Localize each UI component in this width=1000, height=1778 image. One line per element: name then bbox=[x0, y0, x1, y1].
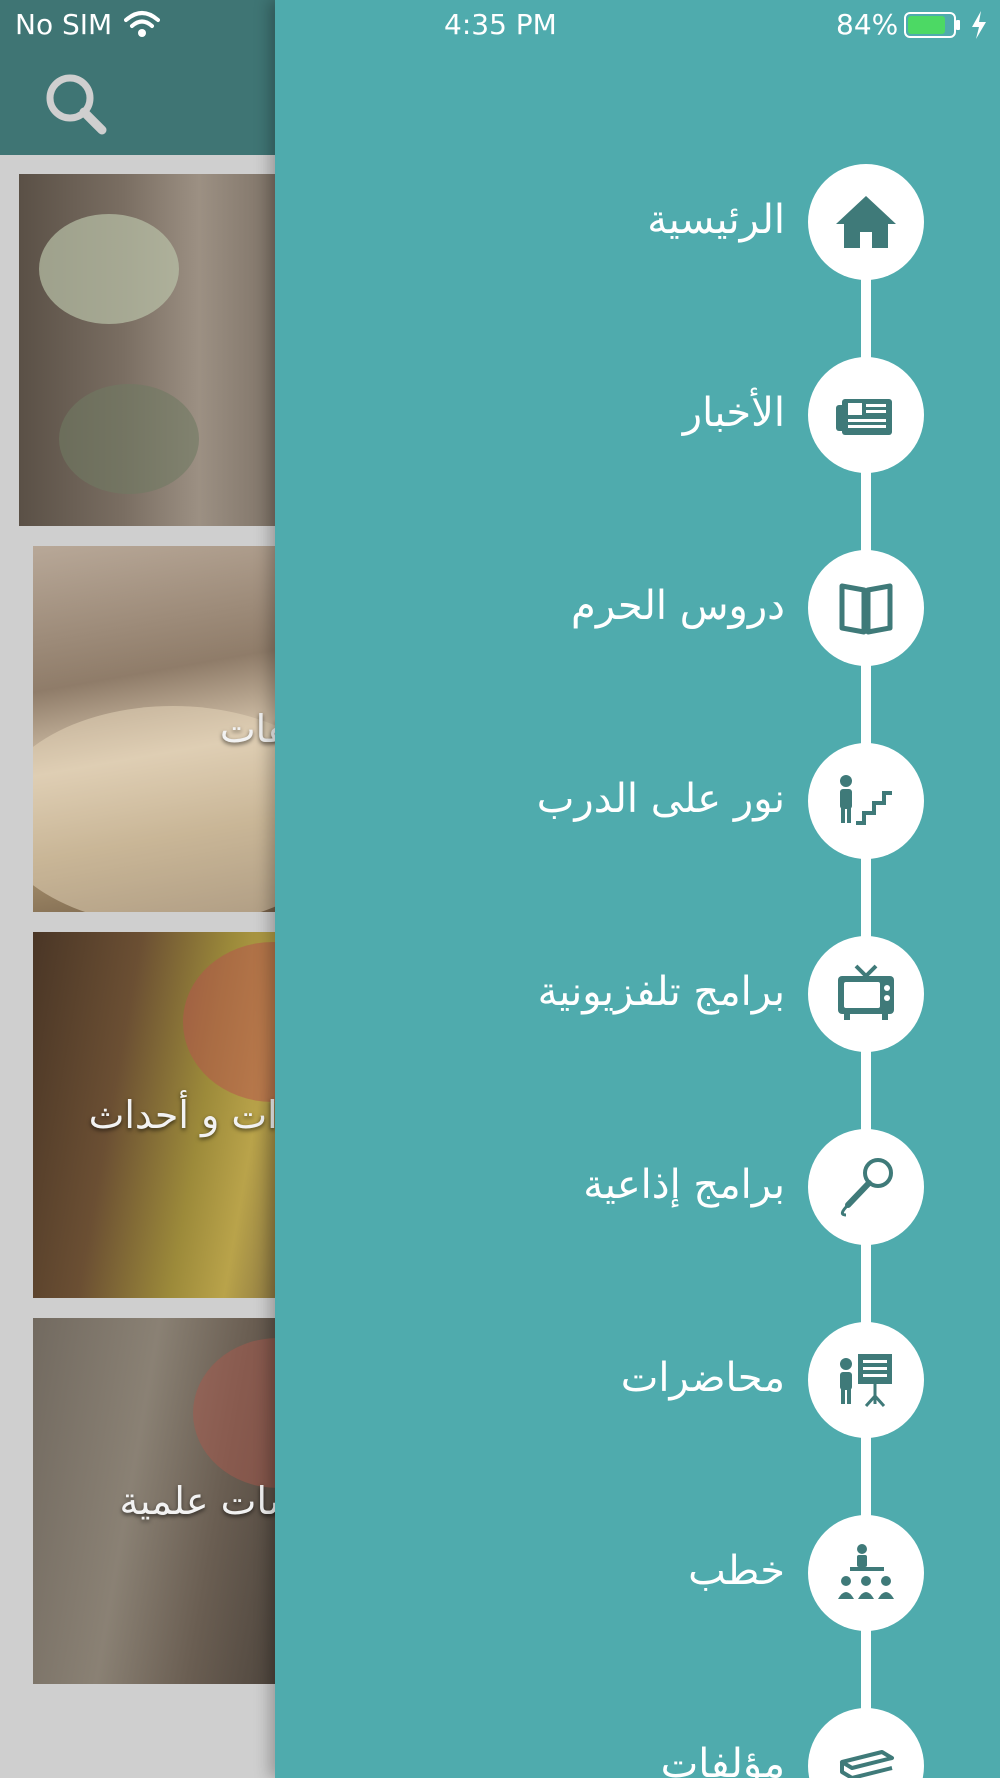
microphone-icon bbox=[840, 1158, 893, 1217]
menu-icon-circle bbox=[808, 550, 924, 666]
menu-icon-circle bbox=[808, 1515, 924, 1631]
menu-item-tv-programs[interactable]: برامج تلفزيونية bbox=[275, 936, 1000, 1052]
featured-card[interactable] bbox=[19, 174, 319, 526]
newspaper-icon bbox=[836, 399, 892, 435]
menu-icon-circle bbox=[808, 936, 924, 1052]
search-icon[interactable] bbox=[40, 68, 112, 140]
menu-label: محاضرات bbox=[620, 1355, 785, 1401]
menu-item-noor-ala-aldarb[interactable]: نور على الدرب bbox=[275, 743, 1000, 859]
menu-icon-circle bbox=[808, 164, 924, 280]
charging-bolt-icon bbox=[972, 11, 986, 39]
carrier-label: No SIM bbox=[15, 8, 113, 41]
menu-item-news[interactable]: الأخبار bbox=[275, 357, 1000, 473]
menu-label: الأخبار bbox=[682, 390, 785, 436]
menu-icon-circle bbox=[808, 1708, 924, 1778]
clock: 4:35 PM bbox=[444, 8, 557, 41]
menu-label: خطب bbox=[688, 1548, 785, 1594]
menu-item-writings[interactable]: مؤلفات bbox=[275, 1708, 1000, 1778]
menu-label: الرئيسية bbox=[647, 197, 785, 243]
presenter-icon bbox=[840, 1354, 892, 1408]
speaker-audience-icon bbox=[838, 1544, 894, 1599]
menu-icon-circle bbox=[808, 1129, 924, 1245]
stairs-person-icon bbox=[840, 775, 892, 825]
menu-icon-circle bbox=[808, 743, 924, 859]
menu-icon-circle bbox=[808, 1322, 924, 1438]
status-bar: No SIM 4:35 PM 84% bbox=[0, 0, 1000, 50]
books-icon bbox=[840, 1750, 894, 1778]
menu-label: برامج إذاعية bbox=[583, 1162, 785, 1208]
battery-icon bbox=[904, 12, 960, 38]
menu-item-radio-programs[interactable]: برامج إذاعية bbox=[275, 1129, 1000, 1245]
book-icon bbox=[839, 583, 893, 635]
menu-item-sermons[interactable]: خطب bbox=[275, 1515, 1000, 1631]
tv-icon bbox=[838, 964, 894, 1020]
wifi-icon bbox=[124, 11, 160, 37]
menu-item-lectures[interactable]: محاضرات bbox=[275, 1322, 1000, 1438]
battery-percent: 84% bbox=[836, 8, 899, 41]
menu-icon-circle bbox=[808, 357, 924, 473]
menu-label: مؤلفات bbox=[660, 1741, 785, 1778]
navigation-drawer: الرئيسية الأخبار دروس الحرم نور على الدر… bbox=[275, 0, 1000, 1778]
menu-label: برامج تلفزيونية bbox=[537, 969, 785, 1015]
menu-item-haram-lessons[interactable]: دروس الحرم bbox=[275, 550, 1000, 666]
menu-item-home[interactable]: الرئيسية bbox=[275, 164, 1000, 280]
home-icon bbox=[836, 196, 896, 248]
menu-label: دروس الحرم bbox=[571, 583, 785, 629]
menu-label: نور على الدرب bbox=[536, 776, 785, 822]
